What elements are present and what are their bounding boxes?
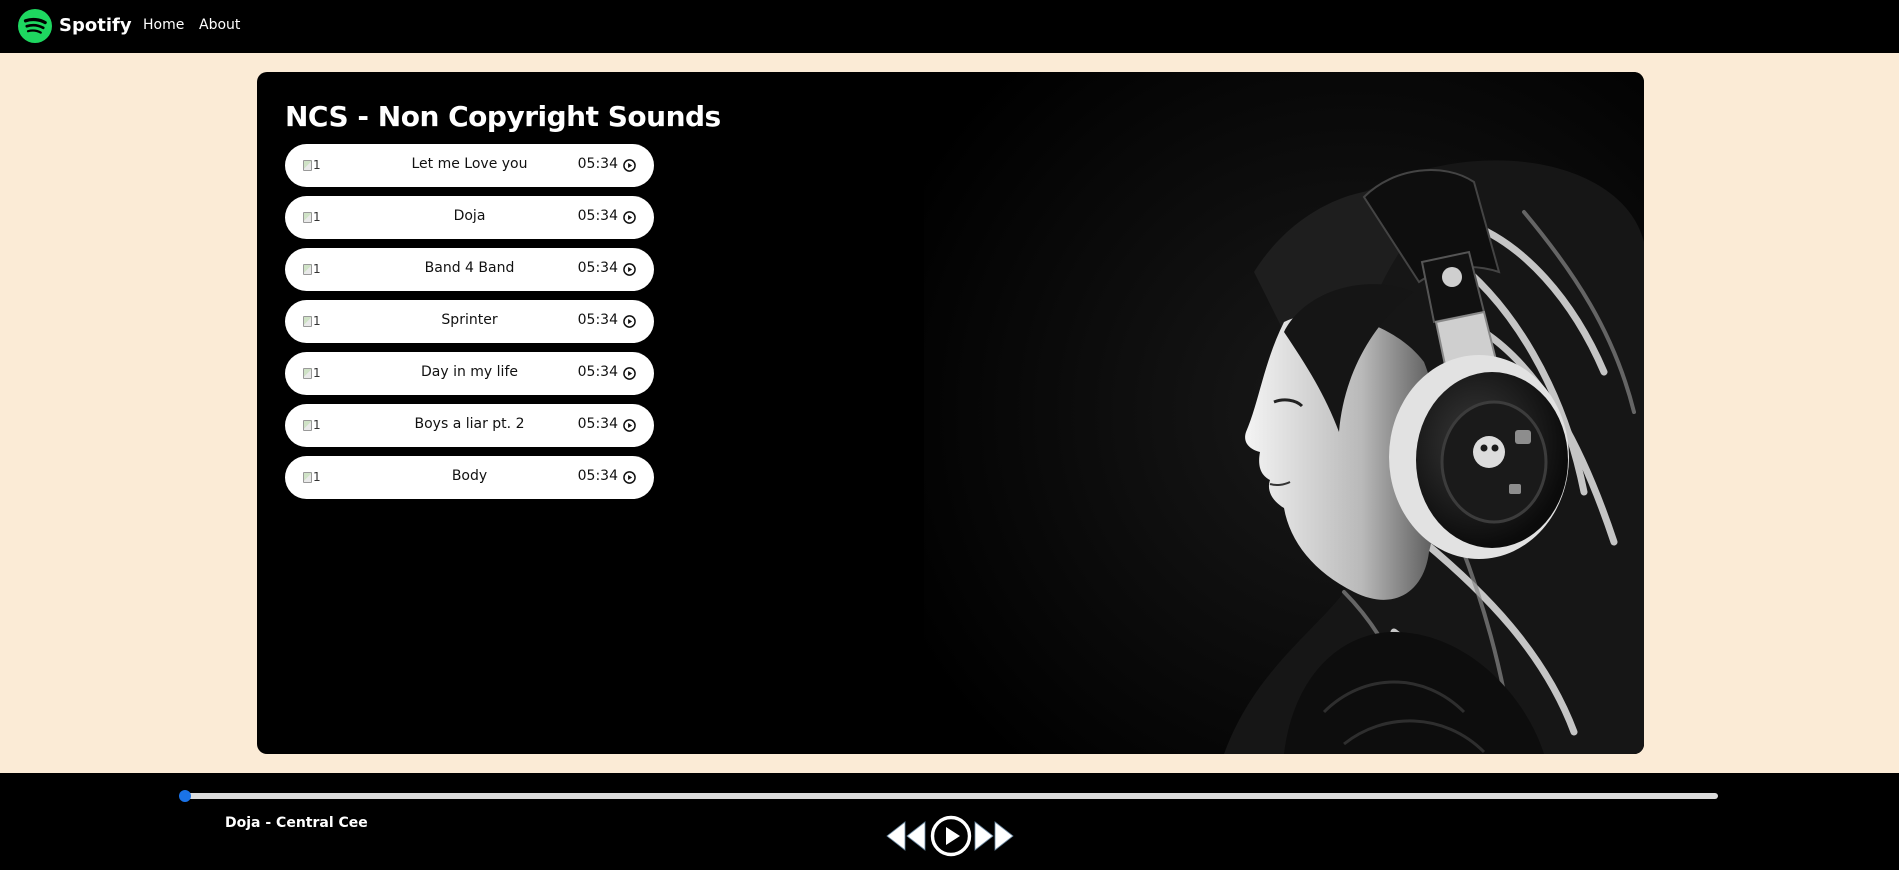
playlist-title: NCS - Non Copyright Sounds <box>285 100 721 133</box>
song-item-body[interactable]: 1 Body 05:34 <box>285 456 654 499</box>
progress-thumb[interactable] <box>179 790 191 802</box>
play-circle-icon[interactable] <box>623 159 636 172</box>
hero-image <box>924 72 1644 754</box>
play-circle-icon[interactable] <box>623 471 636 484</box>
play-icon[interactable] <box>930 815 972 857</box>
song-duration: 05:34 <box>577 416 618 432</box>
song-item-let-me-love-you[interactable]: 1 Let me Love you 05:34 <box>285 144 654 187</box>
song-list: 1 Let me Love you 05:34 1 Doja 05:34 1 B… <box>285 144 654 508</box>
next-icon[interactable] <box>973 819 1015 853</box>
brand-name[interactable]: Spotify <box>59 15 132 36</box>
main-container: NCS - Non Copyright Sounds 1 Let me Love… <box>257 72 1644 754</box>
play-circle-icon[interactable] <box>623 367 636 380</box>
song-duration: 05:34 <box>577 468 618 484</box>
play-circle-icon[interactable] <box>623 263 636 276</box>
progress-bar[interactable] <box>179 790 1718 802</box>
nav-about-link[interactable]: About <box>199 17 240 33</box>
song-item-doja[interactable]: 1 Doja 05:34 <box>285 196 654 239</box>
play-circle-icon[interactable] <box>623 315 636 328</box>
play-circle-icon[interactable] <box>623 419 636 432</box>
song-duration: 05:34 <box>577 260 618 276</box>
song-duration: 05:34 <box>577 312 618 328</box>
song-item-sprinter[interactable]: 1 Sprinter 05:34 <box>285 300 654 343</box>
play-circle-icon[interactable] <box>623 211 636 224</box>
song-item-day-in-my-life[interactable]: 1 Day in my life 05:34 <box>285 352 654 395</box>
song-duration: 05:34 <box>577 208 618 224</box>
song-duration: 05:34 <box>577 156 618 172</box>
top-nav: Spotify Home About <box>0 0 1899 53</box>
spotify-logo-icon[interactable] <box>18 9 52 43</box>
song-item-band-4-band[interactable]: 1 Band 4 Band 05:34 <box>285 248 654 291</box>
song-duration: 05:34 <box>577 364 618 380</box>
playback-controls <box>885 815 1015 859</box>
song-item-boys-a-liar-pt-2[interactable]: 1 Boys a liar pt. 2 05:34 <box>285 404 654 447</box>
player-bar: Doja - Central Cee <box>0 773 1899 870</box>
previous-icon[interactable] <box>885 819 927 853</box>
nav-home-link[interactable]: Home <box>143 17 184 33</box>
now-playing-label: Doja - Central Cee <box>225 815 368 831</box>
